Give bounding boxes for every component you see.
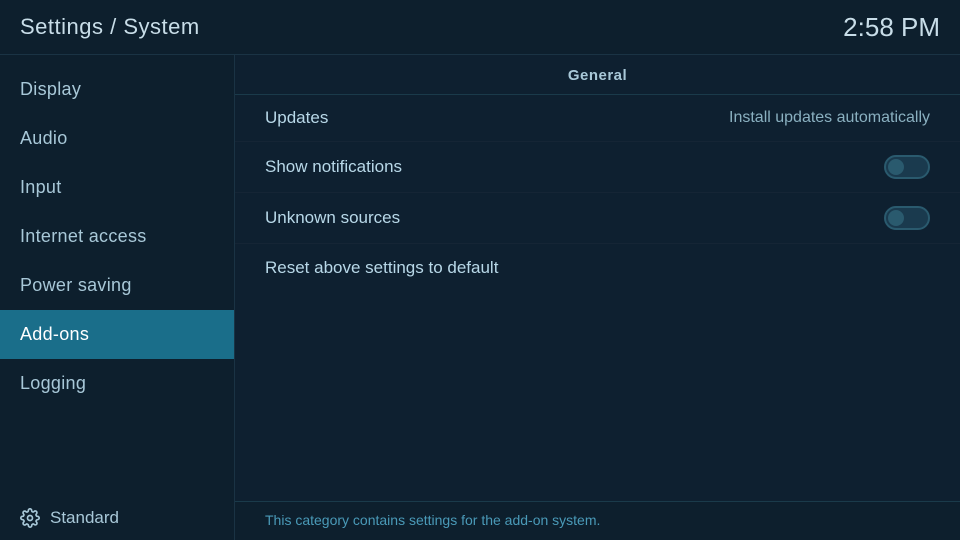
setting-row-updates[interactable]: Updates Install updates automatically [235, 95, 960, 142]
sidebar-item-internet-access[interactable]: Internet access [0, 212, 234, 261]
setting-row-unknown-sources[interactable]: Unknown sources [235, 193, 960, 244]
clock: 2:58 PM [843, 12, 940, 43]
reset-row[interactable]: Reset above settings to default [235, 244, 960, 291]
sidebar-item-add-ons[interactable]: Add-ons [0, 310, 234, 359]
standard-label: Standard [50, 508, 119, 528]
footer-text: This category contains settings for the … [265, 512, 600, 528]
sidebar: Display Audio Input Internet access Powe… [0, 55, 235, 540]
reset-label: Reset above settings to default [265, 258, 498, 278]
show-notifications-toggle[interactable] [884, 155, 930, 179]
page-title: Settings / System [20, 14, 200, 40]
updates-value: Install updates automatically [729, 109, 930, 127]
updates-label: Updates [265, 108, 328, 128]
header: Settings / System 2:58 PM [0, 0, 960, 55]
main-layout: Display Audio Input Internet access Powe… [0, 55, 960, 540]
sidebar-bottom: Standard [0, 496, 234, 540]
section-header: General [235, 55, 960, 95]
sidebar-item-display[interactable]: Display [0, 65, 234, 114]
unknown-sources-toggle[interactable] [884, 206, 930, 230]
content-area: General Updates Install updates automati… [235, 55, 960, 540]
sidebar-item-input[interactable]: Input [0, 163, 234, 212]
setting-row-show-notifications[interactable]: Show notifications [235, 142, 960, 193]
sidebar-item-power-saving[interactable]: Power saving [0, 261, 234, 310]
content-footer: This category contains settings for the … [235, 501, 960, 540]
gear-icon [20, 508, 40, 528]
sidebar-item-logging[interactable]: Logging [0, 359, 234, 408]
sidebar-item-audio[interactable]: Audio [0, 114, 234, 163]
content-inner: General Updates Install updates automati… [235, 55, 960, 501]
unknown-sources-label: Unknown sources [265, 208, 400, 228]
show-notifications-label: Show notifications [265, 157, 402, 177]
